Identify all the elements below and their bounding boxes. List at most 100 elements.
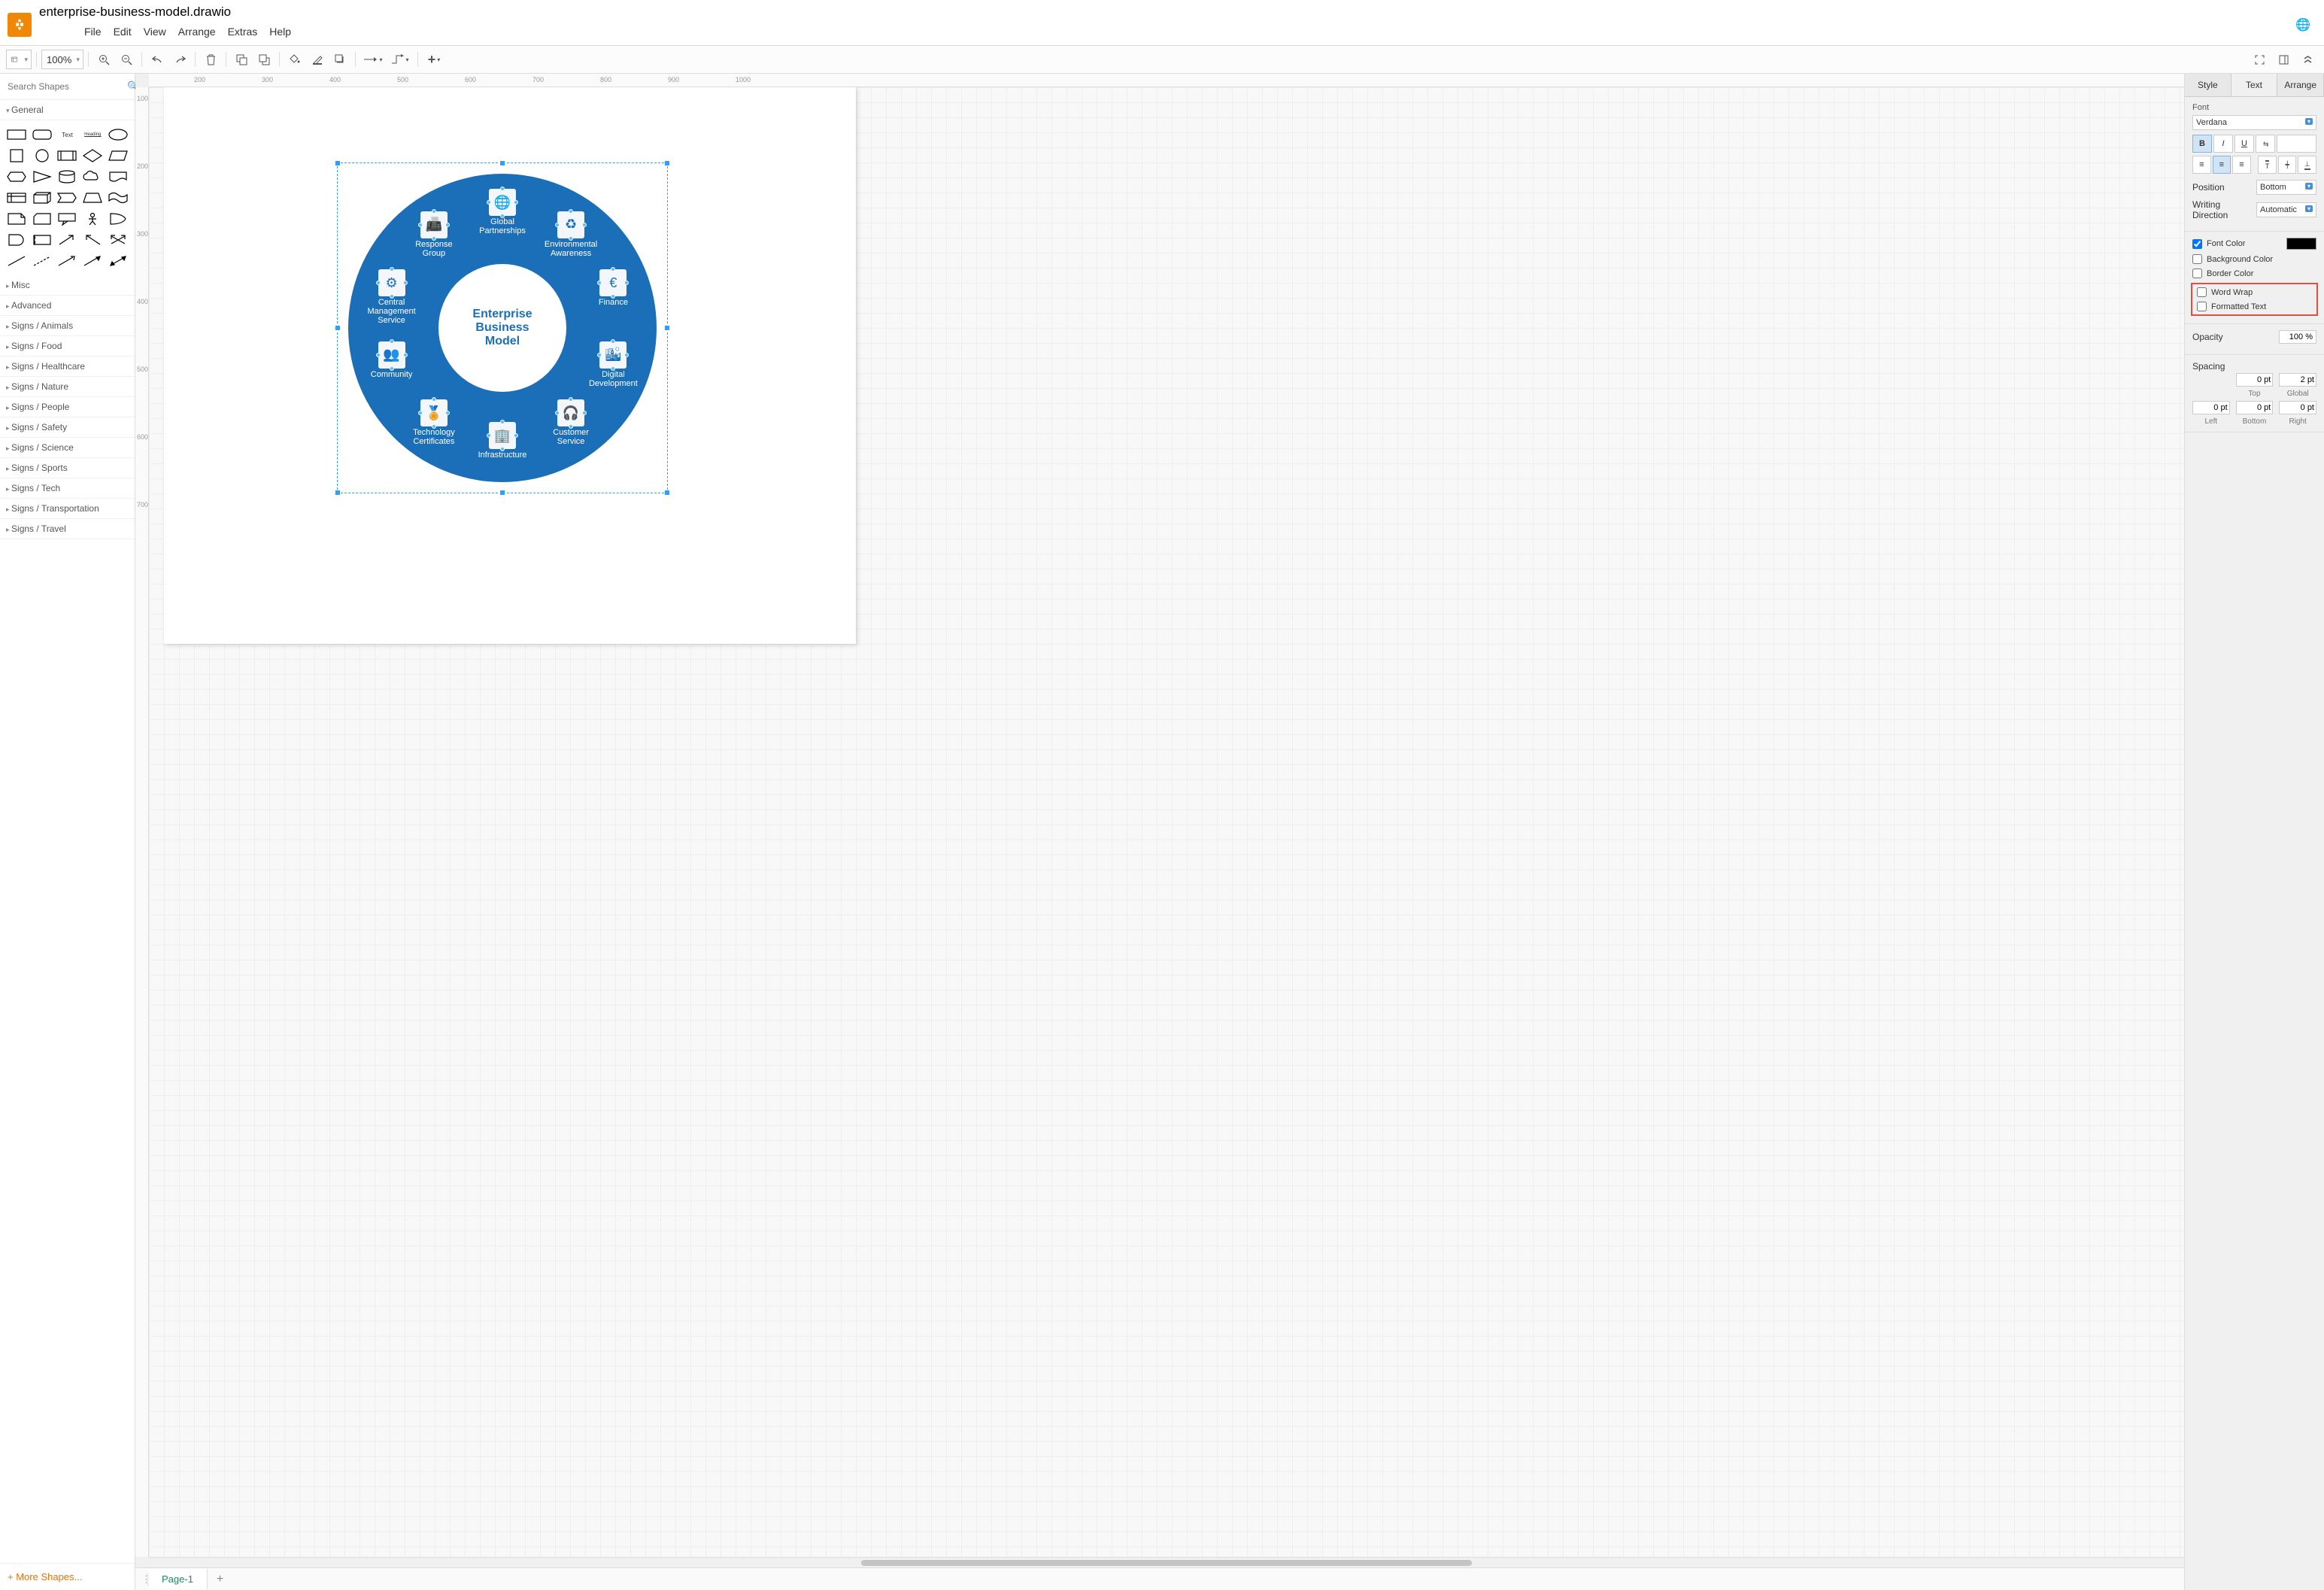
pages-menu-icon[interactable]: ⋮ [135, 1573, 148, 1585]
shape-callout[interactable] [56, 209, 80, 229]
zoom-dropdown[interactable]: 100% [41, 50, 83, 69]
category-signs-food[interactable]: Signs / Food [0, 336, 135, 357]
shape-line-bidir[interactable] [106, 251, 130, 271]
shape-ellipse[interactable] [106, 125, 130, 144]
shape-cube[interactable] [30, 188, 54, 208]
shape-or[interactable] [106, 209, 130, 229]
category-signs-nature[interactable]: Signs / Nature [0, 377, 135, 397]
category-signs-healthcare[interactable]: Signs / Healthcare [0, 357, 135, 377]
menu-edit[interactable]: Edit [108, 23, 138, 41]
center-label[interactable]: EnterpriseBusinessModel [450, 308, 555, 348]
shape-cylinder[interactable] [56, 167, 80, 187]
shape-parallelogram[interactable] [106, 146, 130, 165]
category-signs-people[interactable]: Signs / People [0, 397, 135, 417]
spacing-top[interactable] [2236, 373, 2274, 387]
diagram-node[interactable]: 🏢Infrastructure [469, 422, 536, 460]
font-family-select[interactable]: Verdana [2192, 115, 2316, 130]
direction-select[interactable]: Automatic [2256, 202, 2316, 217]
resize-handle[interactable] [335, 490, 341, 496]
position-select[interactable]: Bottom [2256, 180, 2316, 195]
valign-bottom-button[interactable]: ⊥ [2298, 156, 2316, 174]
opacity-input[interactable] [2279, 330, 2316, 344]
shape-process[interactable] [56, 146, 80, 165]
shape-roundrect[interactable] [30, 125, 54, 144]
bold-button[interactable]: B [2192, 135, 2212, 153]
shape-cloud[interactable] [80, 167, 105, 187]
search-shapes[interactable]: 🔍 [0, 74, 135, 100]
spacing-bottom[interactable] [2236, 401, 2274, 414]
to-back-icon[interactable] [253, 49, 275, 70]
format-panel-icon[interactable] [2273, 49, 2294, 70]
shadow-icon[interactable] [329, 49, 350, 70]
valign-middle-button[interactable]: ┿ [2278, 156, 2297, 174]
menu-extras[interactable]: Extras [222, 23, 264, 41]
word-wrap-checkbox[interactable] [2197, 287, 2207, 297]
shape-text[interactable]: Text [56, 125, 80, 144]
menu-arrange[interactable]: Arrange [172, 23, 222, 41]
shape-circle[interactable] [30, 146, 54, 165]
shape-cross-arrows[interactable] [106, 230, 130, 250]
shape-diamond[interactable] [80, 146, 105, 165]
category-signs-science[interactable]: Signs / Science [0, 438, 135, 458]
shape-arrow-ne[interactable] [56, 230, 80, 250]
diagram-node[interactable]: 🎧CustomerService [537, 399, 605, 446]
vertical-text-button[interactable]: ⇵ [2256, 135, 2275, 153]
shape-hexagon[interactable] [5, 167, 29, 187]
spacing-global[interactable] [2279, 373, 2316, 387]
category-signs-sports[interactable]: Signs / Sports [0, 458, 135, 478]
category-misc[interactable]: Misc [0, 275, 135, 296]
font-color-checkbox[interactable] [2192, 239, 2202, 249]
page-tab[interactable]: Page-1 [148, 1569, 208, 1589]
shape-datastore[interactable] [30, 230, 54, 250]
resize-handle[interactable] [664, 160, 670, 166]
diagram-node[interactable]: 🏅TechnologyCertificates [400, 399, 468, 446]
undo-icon[interactable] [147, 49, 168, 70]
italic-button[interactable]: I [2213, 135, 2233, 153]
to-front-icon[interactable] [231, 49, 252, 70]
tab-arrange[interactable]: Arrange [2277, 74, 2324, 96]
category-signs-animals[interactable]: Signs / Animals [0, 316, 135, 336]
shape-internal[interactable] [5, 188, 29, 208]
category-signs-tech[interactable]: Signs / Tech [0, 478, 135, 499]
diagram-node[interactable]: ♻EnvironmentalAwareness [537, 211, 605, 258]
align-right-button[interactable]: ≡ [2232, 156, 2251, 174]
bg-color-checkbox[interactable] [2192, 254, 2202, 264]
menu-help[interactable]: Help [263, 23, 297, 41]
menu-view[interactable]: View [138, 23, 172, 41]
menu-file[interactable]: File [78, 23, 108, 41]
font-size-input[interactable] [2277, 135, 2316, 153]
app-logo[interactable] [8, 13, 32, 37]
tab-text[interactable]: Text [2231, 74, 2278, 96]
resize-handle[interactable] [664, 325, 670, 331]
shape-and[interactable] [5, 230, 29, 250]
spacing-right[interactable] [2279, 401, 2316, 414]
spacing-left[interactable] [2192, 401, 2230, 414]
shape-document[interactable] [106, 167, 130, 187]
resize-handle[interactable] [335, 325, 341, 331]
border-color-checkbox[interactable] [2192, 269, 2202, 278]
document-title[interactable]: enterprise-business-model.drawio [39, 5, 2295, 20]
horizontal-scrollbar[interactable] [149, 1557, 2184, 1567]
shape-dashed[interactable] [30, 251, 54, 271]
fullscreen-icon[interactable] [2249, 49, 2270, 70]
tab-style[interactable]: Style [2185, 74, 2231, 96]
shape-arrow-nw[interactable] [80, 230, 105, 250]
shape-actor[interactable] [80, 209, 105, 229]
collapse-icon[interactable] [2297, 49, 2318, 70]
resize-handle[interactable] [499, 160, 505, 166]
align-center-button[interactable]: ≡ [2213, 156, 2231, 174]
zoom-in-icon[interactable] [93, 49, 114, 70]
category-general[interactable]: General [0, 100, 135, 120]
shape-line-arrow1[interactable] [56, 251, 80, 271]
resize-handle[interactable] [335, 160, 341, 166]
shape-note[interactable] [5, 209, 29, 229]
redo-icon[interactable] [169, 49, 190, 70]
fill-color-icon[interactable] [284, 49, 305, 70]
language-icon[interactable]: 🌐 [2295, 17, 2310, 32]
more-shapes-button[interactable]: More Shapes... [0, 1563, 135, 1590]
diagram-node[interactable]: 📠ResponseGroup [400, 211, 468, 258]
shape-rect[interactable] [5, 125, 29, 144]
drawing-page[interactable]: EnterpriseBusinessModel 🌐GlobalPartnersh… [164, 87, 856, 644]
delete-icon[interactable] [200, 49, 221, 70]
category-signs-transportation[interactable]: Signs / Transportation [0, 499, 135, 519]
